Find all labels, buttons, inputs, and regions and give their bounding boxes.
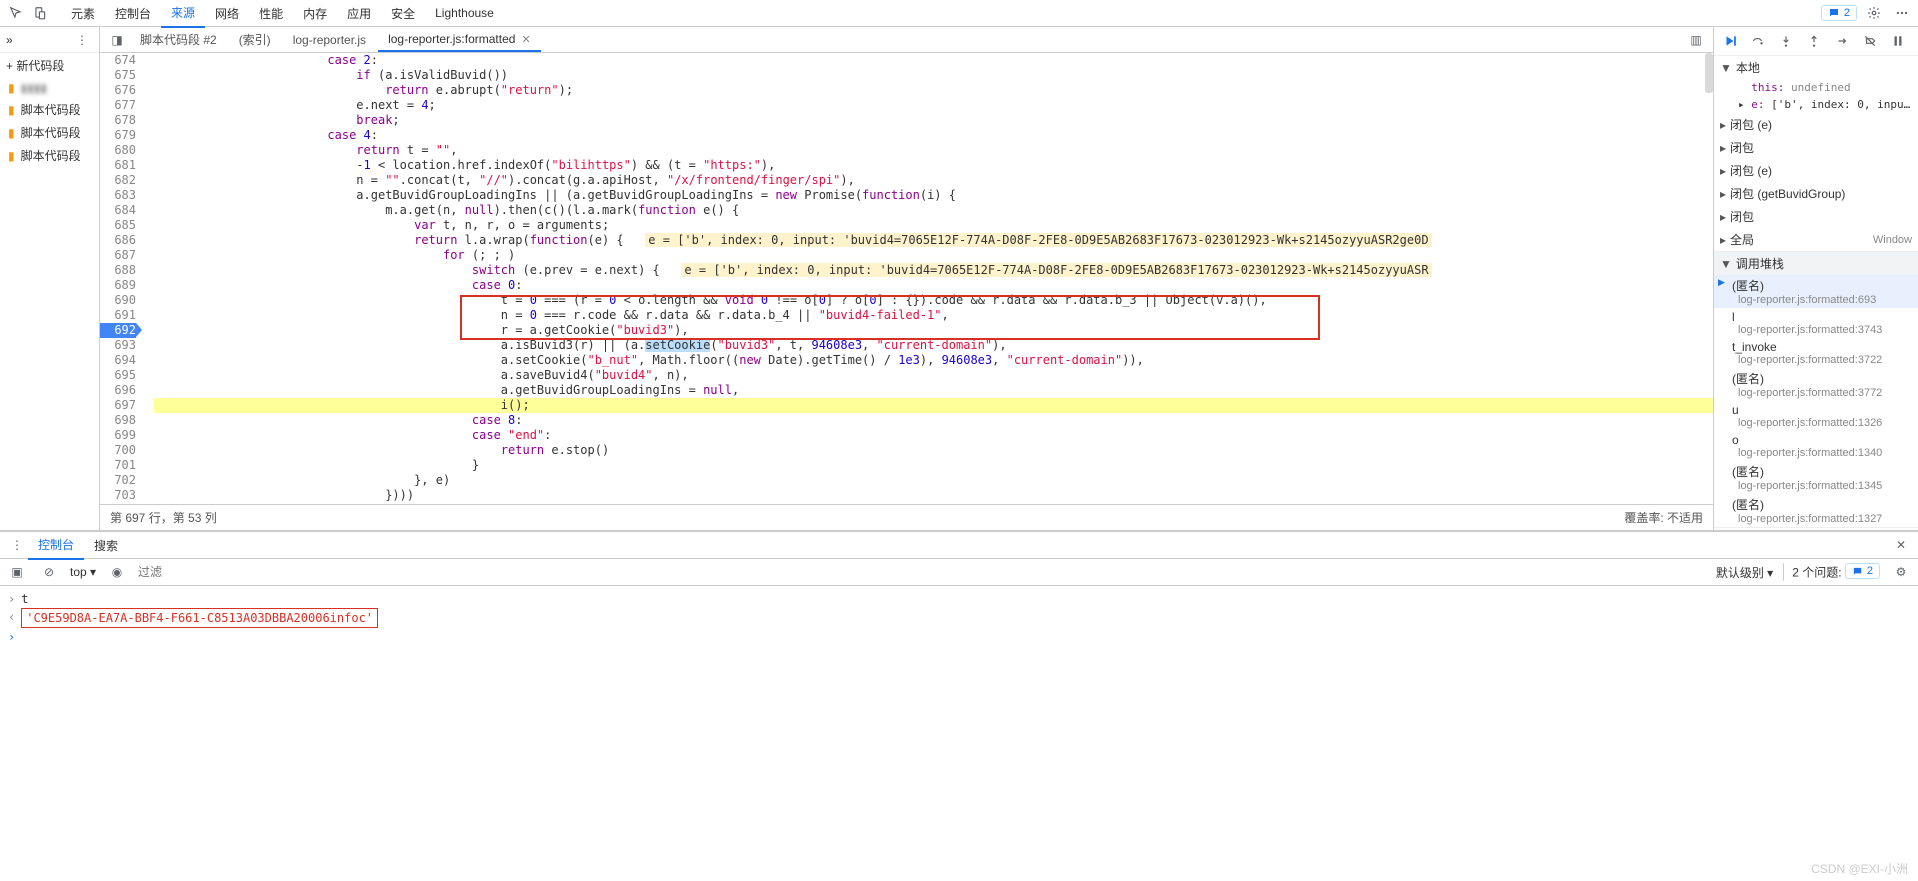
close-icon[interactable]: ✕ (521, 33, 530, 46)
tab-sources[interactable]: 来源 (161, 0, 205, 28)
callstack-frame[interactable]: (匿名)log-reporter.js:formatted:3772 (1714, 368, 1918, 401)
drawer-more-icon[interactable]: ⋮ (6, 534, 28, 556)
editor-tab[interactable]: (索引) (229, 27, 281, 52)
messages-count: 2 (1844, 7, 1850, 19)
scope-variable[interactable]: ▸ e: ['b', index: 0, input:… (1714, 96, 1918, 113)
scope-closure-header[interactable]: ▸闭包 (1714, 136, 1918, 159)
nav-expand-icon[interactable]: » (6, 33, 13, 47)
console-filter-input[interactable] (138, 565, 1706, 579)
live-expression-icon[interactable]: ◉ (106, 561, 128, 583)
console-output-line: ‹'C9E59D8A-EA7A-BBF4-F661-C8513A03DBBA20… (8, 608, 1910, 628)
tab-lighthouse[interactable]: Lighthouse (425, 1, 504, 25)
context-selector[interactable]: top ▾ (70, 565, 96, 579)
console-drawer: ⋮ 控制台 搜索 ✕ ▣ ⊘ top ▾ ◉ 默认级别 ▾ 2 个问题: 2 ⚙… (0, 531, 1918, 881)
coverage-status: 覆盖率: 不适用 (1624, 509, 1703, 526)
drawer-tab-search[interactable]: 搜索 (84, 532, 128, 559)
scope-variable[interactable]: this: undefined (1714, 79, 1918, 96)
tab-application[interactable]: 应用 (337, 0, 381, 27)
file-icon: ▮ (8, 149, 15, 163)
clear-console-icon[interactable]: ⊘ (38, 561, 60, 583)
console-expression: t (21, 590, 28, 608)
editor-tab[interactable]: log-reporter.js:formatted✕ (378, 28, 541, 52)
callstack-frame[interactable]: (匿名)log-reporter.js:formatted:1327 (1714, 494, 1918, 527)
messages-badge[interactable]: 2 (1821, 5, 1857, 21)
sources-navigator: » ⋮ + 新代码段 ▮▮▮▮▮ ▮脚本代码段 ▮脚本代码段 ▮脚本代码段 (0, 27, 100, 530)
pause-on-exceptions-icon[interactable] (1888, 31, 1908, 51)
debugger-controls (1714, 27, 1918, 56)
file-icon: ▮ (8, 81, 15, 95)
callstack-frame[interactable]: (匿名)log-reporter.js:formatted:693 (1714, 275, 1918, 308)
devtools-main-toolbar: 元素 控制台 来源 网络 性能 内存 应用 安全 Lighthouse 2 (0, 0, 1918, 27)
resume-icon[interactable] (1720, 31, 1740, 51)
callstack-frame[interactable]: (匿名)log-reporter.js:formatted:1345 (1714, 461, 1918, 494)
console-prompt[interactable]: › (8, 628, 1910, 646)
callstack-frame[interactable]: llog-reporter.js:formatted:3743 (1714, 308, 1918, 338)
debugger-sidebar: ▼本地 this: undefined ▸ e: ['b', index: 0,… (1713, 27, 1918, 530)
editor-tabstrip: ◨ 脚本代码段 #2 (索引) log-reporter.js log-repo… (100, 27, 1713, 53)
callstack-frame[interactable]: t_invokelog-reporter.js:formatted:3722 (1714, 338, 1918, 368)
tab-elements[interactable]: 元素 (61, 0, 105, 27)
device-toggle-icon[interactable] (29, 2, 51, 24)
drawer-close-icon[interactable]: ✕ (1890, 534, 1912, 556)
editor-nav-icon[interactable]: ◨ (106, 29, 128, 51)
console-settings-icon[interactable]: ⚙ (1890, 561, 1912, 583)
callstack-header[interactable]: ▼调用堆栈 (1714, 252, 1918, 275)
file-icon: ▮ (8, 126, 15, 140)
cursor-position: 第 697 行，第 53 列 (110, 509, 217, 526)
editor-more-icon[interactable]: ▥ (1685, 29, 1707, 51)
code-editor[interactable]: 6746756766776786796806816826836846856866… (100, 53, 1713, 504)
tab-memory[interactable]: 内存 (293, 0, 337, 27)
scope-closure-header[interactable]: ▸闭包 (e) (1714, 159, 1918, 182)
editor-tab[interactable]: log-reporter.js (283, 29, 376, 51)
scope-global-header[interactable]: ▸全局Window (1714, 228, 1918, 251)
settings-icon[interactable] (1863, 2, 1885, 24)
log-level-selector[interactable]: 默认级别 ▾ (1716, 564, 1773, 581)
nav-more-icon[interactable]: ⋮ (71, 29, 93, 51)
drawer-tab-console[interactable]: 控制台 (28, 531, 84, 560)
scope-closure-header[interactable]: ▸闭包 (getBuvidGroup) (1714, 182, 1918, 205)
step-icon[interactable] (1832, 31, 1852, 51)
file-icon: ▮ (8, 103, 15, 117)
console-input-line: ›t (8, 590, 1910, 608)
tab-network[interactable]: 网络 (205, 0, 249, 27)
deactivate-breakpoints-icon[interactable] (1860, 31, 1880, 51)
scope-closure-header[interactable]: ▸闭包 (e) (1714, 113, 1918, 136)
callstack-frame[interactable]: ulog-reporter.js:formatted:1326 (1714, 401, 1918, 431)
snippet-item[interactable]: ▮脚本代码段 (0, 121, 99, 144)
scope-local-header[interactable]: ▼本地 (1714, 56, 1918, 79)
console-sidebar-icon[interactable]: ▣ (6, 561, 28, 583)
inspect-element-icon[interactable] (5, 2, 27, 24)
step-out-icon[interactable] (1804, 31, 1824, 51)
snippet-item[interactable]: ▮▮▮▮▮ (0, 78, 99, 98)
new-snippet-button[interactable]: + 新代码段 (0, 53, 99, 78)
console-result: 'C9E59D8A-EA7A-BBF4-F661-C8513A03DBBA200… (21, 608, 378, 628)
editor-statusbar: 第 697 行，第 53 列 覆盖率: 不适用 (100, 504, 1713, 530)
more-icon[interactable] (1891, 2, 1913, 24)
issues-link[interactable]: 2 个问题: 2 (1783, 563, 1880, 581)
step-into-icon[interactable] (1776, 31, 1796, 51)
tab-security[interactable]: 安全 (381, 0, 425, 27)
editor-tab[interactable]: 脚本代码段 #2 (130, 27, 227, 52)
tab-performance[interactable]: 性能 (249, 0, 293, 27)
tab-console[interactable]: 控制台 (105, 0, 161, 27)
snippet-item[interactable]: ▮脚本代码段 (0, 144, 99, 167)
callstack-frame[interactable]: olog-reporter.js:formatted:1340 (1714, 431, 1918, 461)
snippet-item[interactable]: ▮脚本代码段 (0, 98, 99, 121)
step-over-icon[interactable] (1748, 31, 1768, 51)
scope-closure-header[interactable]: ▸闭包 (1714, 205, 1918, 228)
